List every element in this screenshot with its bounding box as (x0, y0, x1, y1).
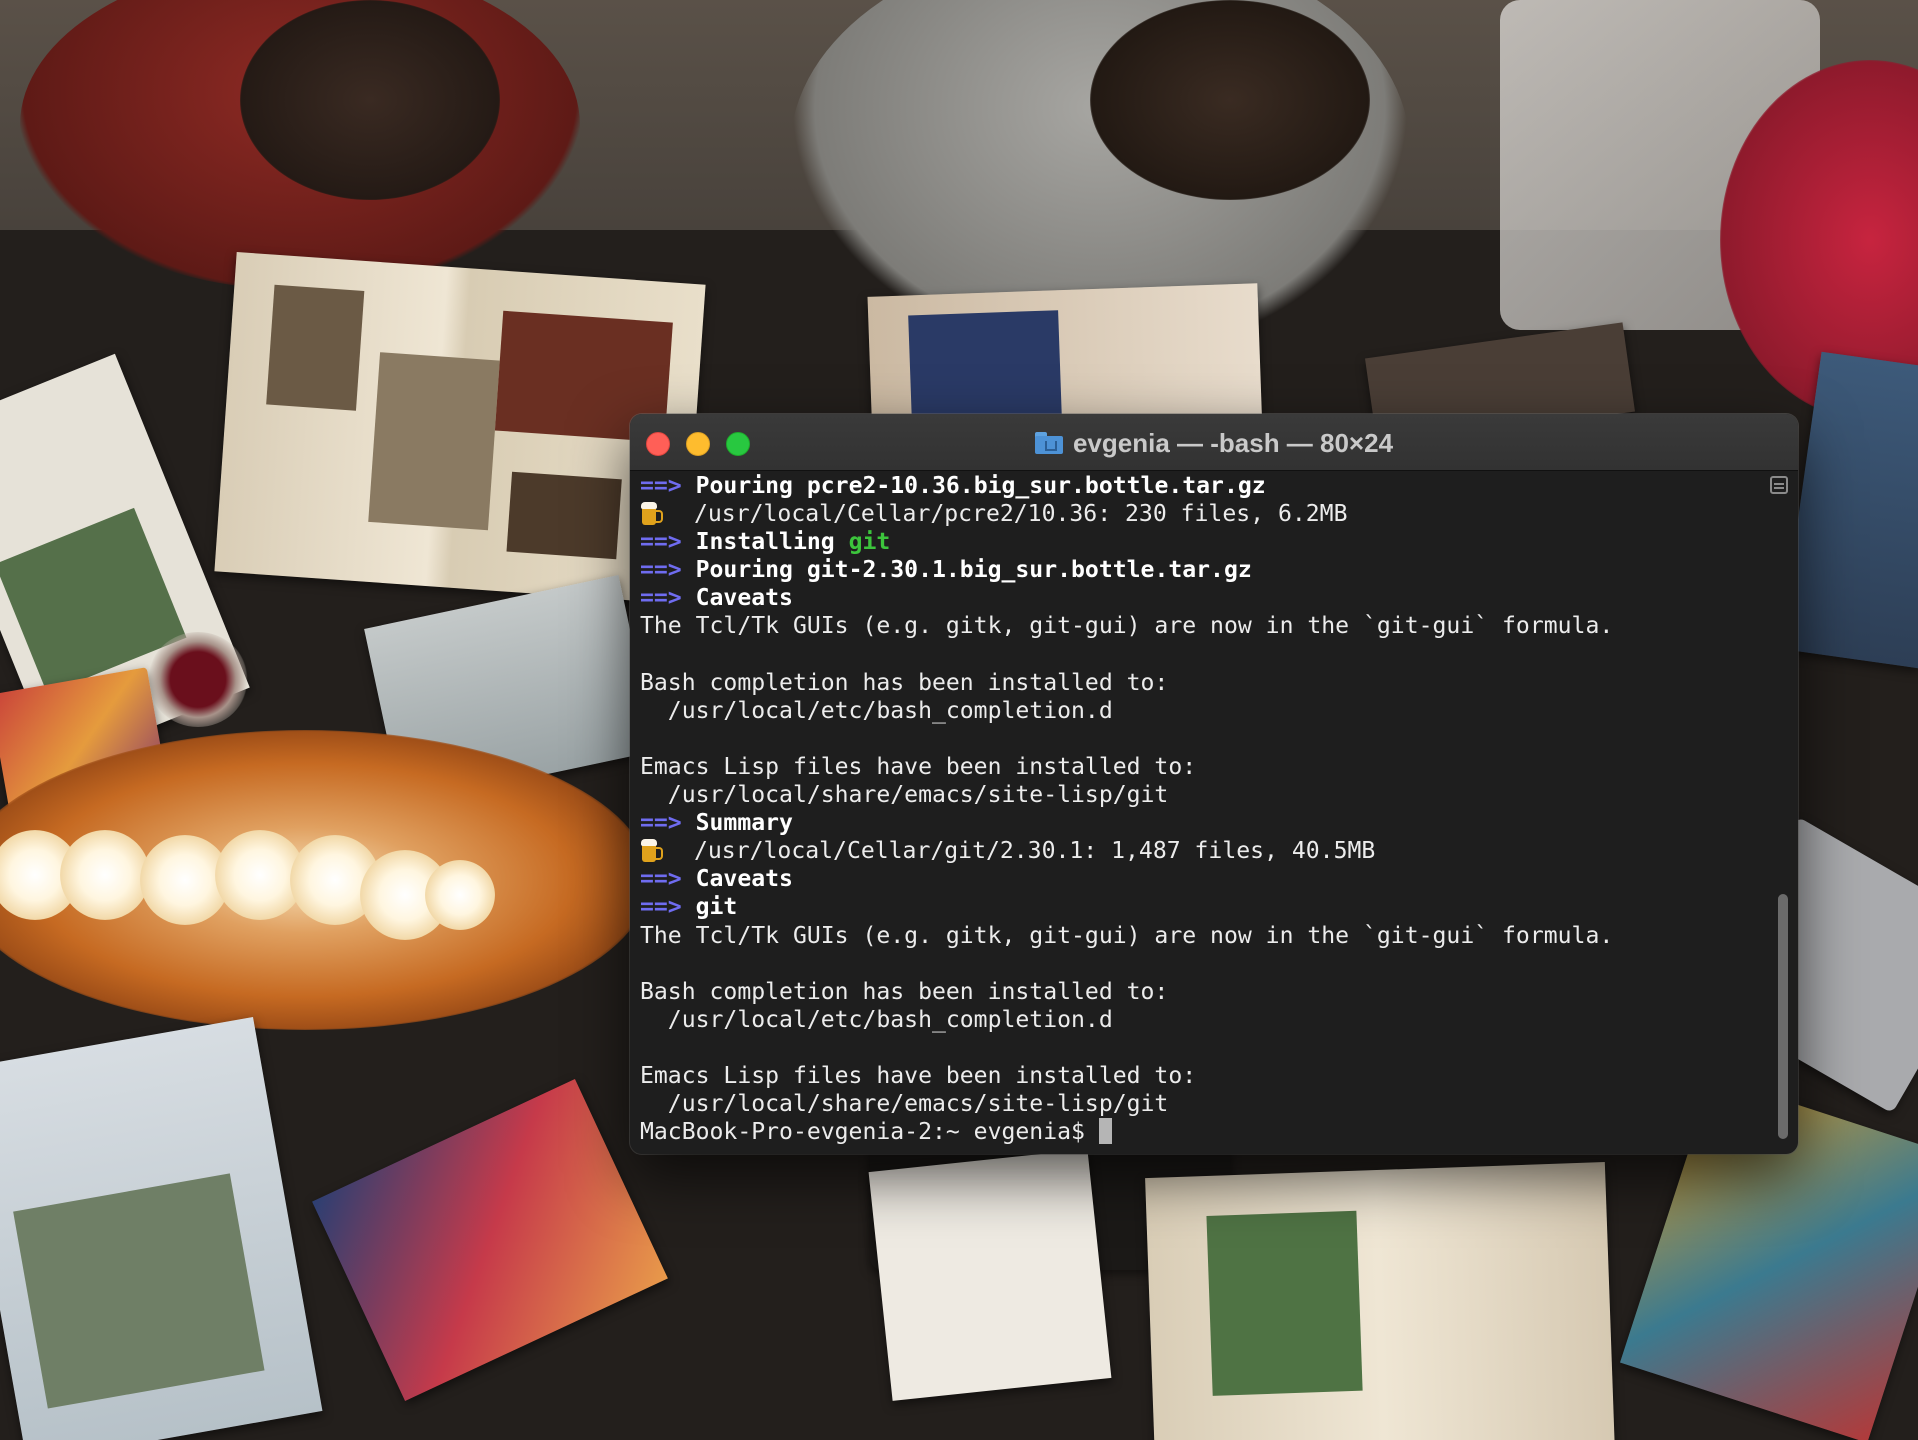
terminal-line: Emacs Lisp files have been installed to: (640, 753, 1750, 781)
bold-text: Caveats (695, 866, 793, 893)
bold-text: git (695, 894, 738, 921)
terminal-line: /usr/local/Cellar/pcre2/10.36: 230 files… (640, 500, 1750, 528)
output-text: Bash completion has been installed to: (640, 669, 1169, 696)
terminal-line: /usr/local/etc/bash_completion.d (640, 697, 1750, 725)
bold-text: Pouring git-2.30.1.big_sur.bottle.tar.gz (695, 557, 1252, 584)
output-text: Bash completion has been installed to: (640, 978, 1169, 1005)
bold-text: Summary (695, 810, 793, 837)
shell-prompt: MacBook-Pro-evgenia-2:~ evgenia$ (640, 1119, 1099, 1146)
output-text: Emacs Lisp files have been installed to: (640, 753, 1197, 780)
terminal-line: ==> Pouring pcre2-10.36.big_sur.bottle.t… (640, 472, 1750, 500)
wallpaper-candle (425, 860, 495, 930)
wallpaper-candle (60, 830, 150, 920)
terminal-line: Bash completion has been installed to: (640, 978, 1750, 1006)
window-title-text: evgenia — -bash — 80×24 (1072, 428, 1394, 458)
beer-mug-icon (640, 838, 663, 863)
prompt-line[interactable]: MacBook-Pro-evgenia-2:~ evgenia$ (640, 1118, 1750, 1146)
output-text: Emacs Lisp files have been installed to: (640, 1062, 1197, 1089)
bold-text: Installing (695, 529, 835, 556)
output-text: /usr/local/etc/bash_completion.d (640, 1006, 1113, 1033)
terminal-line: Bash completion has been installed to: (640, 669, 1750, 697)
terminal-line: /usr/local/share/emacs/site-lisp/git (640, 781, 1750, 809)
output-text: /usr/local/share/emacs/site-lisp/git (640, 1091, 1169, 1118)
terminal-line: /usr/local/etc/bash_completion.d (640, 1006, 1750, 1034)
arrow-prefix: ==> (640, 585, 682, 612)
terminal-line: ==> Caveats (640, 584, 1750, 612)
terminal-line: ==> git (640, 893, 1750, 921)
terminal-output[interactable]: ==> Pouring pcre2-10.36.big_sur.bottle.t… (640, 472, 1750, 1148)
wallpaper-hair (1090, 0, 1370, 200)
arrow-prefix: ==> (640, 894, 682, 921)
terminal-window[interactable]: evgenia — -bash — 80×24 ==> Pouring pcre… (630, 414, 1798, 1154)
output-text: /usr/local/share/emacs/site-lisp/git (640, 782, 1169, 809)
terminal-line: /usr/local/Cellar/git/2.30.1: 1,487 file… (640, 837, 1750, 865)
arrow-prefix: ==> (640, 557, 682, 584)
output-text: /usr/local/Cellar/git/2.30.1: 1,487 file… (694, 838, 1376, 865)
title-bar[interactable]: evgenia — -bash — 80×24 (630, 414, 1798, 471)
terminal-line: Emacs Lisp files have been installed to: (640, 1062, 1750, 1090)
terminal-line: The Tcl/Tk GUIs (e.g. gitk, git-gui) are… (640, 612, 1750, 640)
text-cursor (1098, 1118, 1112, 1145)
wallpaper-magazine (1145, 1162, 1615, 1440)
window-title: evgenia — -bash — 80×24 (630, 428, 1798, 459)
scrollbar-thumb[interactable] (1778, 894, 1788, 1139)
bold-text: Caveats (695, 585, 793, 612)
split-pane-icon[interactable] (1770, 476, 1788, 494)
arrow-prefix: ==> (640, 810, 682, 837)
terminal-line: ==> Summary (640, 809, 1750, 837)
output-text: The Tcl/Tk GUIs (e.g. gitk, git-gui) are… (640, 613, 1614, 640)
arrow-prefix: ==> (640, 473, 682, 499)
terminal-line: ==> Pouring git-2.30.1.big_sur.bottle.ta… (640, 556, 1750, 584)
wallpaper-wine-glass (148, 632, 248, 727)
home-folder-icon (1034, 432, 1063, 454)
output-text: The Tcl/Tk GUIs (e.g. gitk, git-gui) are… (640, 922, 1614, 949)
beer-mug-icon (640, 501, 663, 526)
output-text: /usr/local/etc/bash_completion.d (640, 697, 1113, 724)
package-name: git (848, 529, 891, 556)
terminal-line: /usr/local/share/emacs/site-lisp/git (640, 1090, 1750, 1118)
bold-text: Pouring pcre2-10.36.big_sur.bottle.tar.g… (695, 473, 1266, 499)
terminal-line: The Tcl/Tk GUIs (e.g. gitk, git-gui) are… (640, 922, 1750, 950)
output-text: /usr/local/Cellar/pcre2/10.36: 230 files… (694, 501, 1348, 528)
arrow-prefix: ==> (640, 866, 682, 893)
wallpaper-hair (240, 0, 500, 200)
wallpaper-paper (868, 1149, 1112, 1401)
terminal-line: ==> Installing git (640, 528, 1750, 556)
terminal-line: ==> Caveats (640, 865, 1750, 893)
arrow-prefix: ==> (640, 529, 682, 556)
